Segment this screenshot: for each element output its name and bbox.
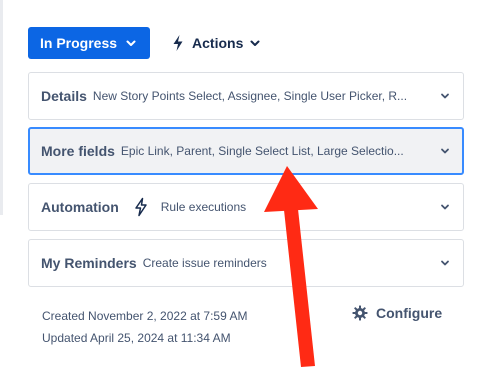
- chevron-down-icon: [249, 37, 261, 49]
- actions-button[interactable]: Actions: [170, 27, 261, 59]
- configure-button[interactable]: Configure: [352, 305, 442, 321]
- details-panel[interactable]: Details New Story Points Select, Assigne…: [28, 72, 464, 120]
- configure-label: Configure: [376, 305, 443, 321]
- panel-title: My Reminders: [41, 255, 137, 271]
- lightning-icon: [170, 34, 186, 52]
- automation-panel[interactable]: Automation Rule executions: [28, 183, 464, 231]
- updated-date: Updated April 25, 2024 at 11:34 AM: [42, 331, 231, 345]
- issue-toolbar: In Progress Actions: [28, 27, 261, 59]
- panel-title: Details: [41, 88, 87, 104]
- panel-subtitle: Epic Link, Parent, Single Select List, L…: [120, 144, 404, 158]
- chevron-down-icon: [439, 145, 451, 157]
- panel-title: More fields: [41, 143, 115, 159]
- issue-metadata: Created November 2, 2022 at 7:59 AM Upda…: [42, 305, 247, 349]
- panel-subtitle: Create issue reminders: [142, 256, 267, 270]
- reminders-panel[interactable]: My Reminders Create issue reminders: [28, 239, 464, 287]
- created-date: Created November 2, 2022 at 7:59 AM: [42, 309, 248, 323]
- chevron-down-icon: [125, 37, 137, 49]
- gear-icon: [352, 305, 368, 321]
- status-label: In Progress: [40, 35, 118, 51]
- panel-title: Automation: [41, 199, 119, 215]
- lightning-outline-icon: [133, 197, 149, 217]
- panel-subtitle: New Story Points Select, Assignee, Singl…: [92, 89, 408, 103]
- left-divider: [0, 0, 3, 215]
- more-fields-panel[interactable]: More fields Epic Link, Parent, Single Se…: [28, 127, 464, 175]
- chevron-down-icon: [439, 90, 451, 102]
- panel-subtitle: Rule executions: [160, 200, 247, 214]
- chevron-down-icon: [439, 257, 451, 269]
- chevron-down-icon: [439, 201, 451, 213]
- actions-label: Actions: [192, 35, 244, 51]
- arrow-shaft: [284, 209, 315, 367]
- status-button[interactable]: In Progress: [28, 27, 151, 59]
